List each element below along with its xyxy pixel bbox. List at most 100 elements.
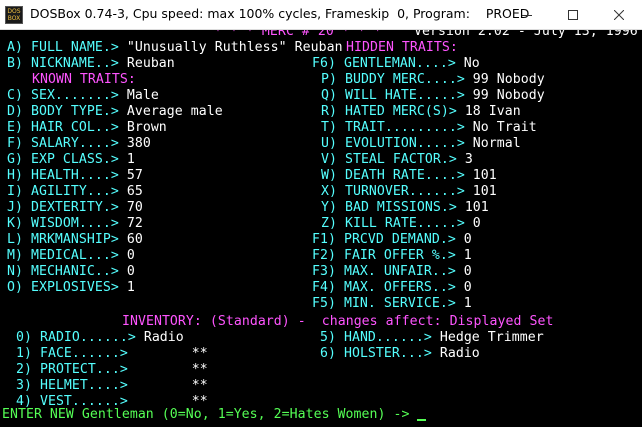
inventory-slot[interactable]: 1) FACE......> ** xyxy=(16,346,208,362)
known-trait-field[interactable]: H) HEALTH....> 57 xyxy=(7,168,143,184)
known-trait-field[interactable]: N) MECHANIC..> 0 xyxy=(7,264,135,280)
field-label: B) NICKNAME..> xyxy=(7,56,119,71)
field-value: 101 xyxy=(456,200,489,215)
hidden-trait-field[interactable]: P) BUDDY MERC....> 99 Nobody xyxy=(321,72,545,88)
hidden-trait-field[interactable]: W) DEATH RATE....> 101 xyxy=(321,168,497,184)
hidden-trait-field[interactable]: F1) PRCVD DEMAND.> 0 xyxy=(312,232,472,248)
command-prompt[interactable]: ENTER NEW Gentleman (0=No, 1=Yes, 2=Hate… xyxy=(2,407,427,423)
hidden-traits-heading: HIDDEN TRAITS: xyxy=(346,40,458,55)
field-label: E) HAIR COL..> xyxy=(7,120,119,135)
field-value: 72 xyxy=(118,216,143,231)
known-trait-field[interactable]: L) MRKMANSHIP> 60 xyxy=(7,232,143,248)
known-trait-field[interactable]: M) MEDICAL...> 0 xyxy=(7,248,135,264)
field-label: V) STEAL FACTOR.> xyxy=(321,152,457,167)
field-value: Reuban xyxy=(118,56,175,71)
known-trait-field[interactable]: G) EXP CLASS.> 1 xyxy=(7,152,135,168)
field-value: 70 xyxy=(118,200,143,215)
known-trait-field[interactable]: A) FULL NAME.> "Unusually Ruthless" Reub… xyxy=(7,40,343,56)
field-value: ** xyxy=(127,378,208,393)
field-value: Brown xyxy=(118,120,167,135)
inventory-heading: INVENTORY: (Standard) - changes affect: … xyxy=(122,314,554,329)
known-trait-field[interactable]: D) BODY TYPE.> Average male xyxy=(7,104,223,120)
field-label: N) MECHANIC..> xyxy=(7,264,119,279)
field-value: No Trait xyxy=(464,120,537,135)
field-label: H) HEALTH....> xyxy=(7,168,119,183)
field-value: 101 xyxy=(464,168,497,183)
hidden-trait-field[interactable]: V) STEAL FACTOR.> 3 xyxy=(321,152,473,168)
field-label: D) BODY TYPE.> xyxy=(7,104,119,119)
field-label: L) MRKMANSHIP> xyxy=(7,232,119,247)
field-label: F5) MIN. SERVICE.> xyxy=(312,296,456,311)
field-value: Average male xyxy=(118,104,223,119)
dos-screen[interactable]: * * * MERC # 20 * * * Version 2.02 - Jul… xyxy=(0,30,642,427)
field-label: X) TURNOVER......> xyxy=(321,184,465,199)
hidden-trait-field[interactable]: F4) MAX. OFFERS..> 0 xyxy=(312,280,472,296)
inventory-slot[interactable]: 0) RADIO......> Radio xyxy=(16,330,184,346)
field-label: 6) HOLSTER...> xyxy=(320,346,432,361)
field-label: A) FULL NAME.> xyxy=(7,40,119,55)
field-value: 57 xyxy=(118,168,143,183)
hidden-trait-field[interactable]: Z) KILL RATE.....> 0 xyxy=(321,216,481,232)
hidden-trait-field[interactable]: F5) MIN. SERVICE.> 1 xyxy=(312,296,472,312)
field-label: 1) FACE......> xyxy=(16,346,128,361)
hidden-trait-field[interactable]: Y) BAD MISSIONS.> 101 xyxy=(321,200,489,216)
known-trait-field[interactable]: C) SEX.......> Male xyxy=(7,88,159,104)
field-label: I) AGILITY...> xyxy=(7,184,119,199)
field-label: T) TRAIT.........> xyxy=(321,120,465,135)
maximize-icon xyxy=(568,10,578,20)
inventory-slot[interactable]: 3) HELMET....> ** xyxy=(16,378,208,394)
field-label: 0) RADIO......> xyxy=(16,330,136,345)
known-trait-field[interactable]: F) SALARY....> 380 xyxy=(7,136,151,152)
field-label: Z) KILL RATE.....> xyxy=(321,216,465,231)
inventory-slot[interactable]: 6) HOLSTER...> Radio xyxy=(320,346,480,362)
dosbox-app-icon[interactable]: DOS BOX xyxy=(5,6,23,24)
field-value: 0 xyxy=(464,216,481,231)
close-button[interactable] xyxy=(596,0,642,30)
known-trait-field[interactable]: E) HAIR COL..> Brown xyxy=(7,120,167,136)
maximize-button[interactable] xyxy=(550,0,596,30)
known-trait-field[interactable]: B) NICKNAME..> Reuban xyxy=(7,56,175,72)
known-traits-heading: KNOWN TRAITS: xyxy=(32,72,136,87)
field-value: ** xyxy=(127,362,208,377)
field-value: 65 xyxy=(118,184,143,199)
minimize-button[interactable] xyxy=(504,0,550,30)
field-label: R) HATED MERC(S)> xyxy=(321,104,457,119)
field-value: Radio xyxy=(135,330,184,345)
hidden-trait-field[interactable]: F2) FAIR OFFER %.> 1 xyxy=(312,248,472,264)
hidden-trait-field[interactable]: T) TRAIT.........> No Trait xyxy=(321,120,537,136)
inventory-slot[interactable]: 5) HAND......> Hedge Trimmer xyxy=(320,330,544,346)
field-label: P) BUDDY MERC....> xyxy=(321,72,465,87)
hidden-trait-field[interactable]: U) EVOLUTION.....> Normal xyxy=(321,136,521,152)
close-icon xyxy=(614,10,624,20)
hidden-trait-field[interactable]: F3) MAX. UNFAIR..> 0 xyxy=(312,264,472,280)
version-text: Version 2.02 - July 13, 1996 xyxy=(414,30,638,39)
inventory-slot[interactable]: 2) PROTECT...> ** xyxy=(16,362,208,378)
hidden-trait-field[interactable]: R) HATED MERC(S)> 18 Ivan xyxy=(321,104,521,120)
field-label: C) SEX.......> xyxy=(7,88,119,103)
field-value: Radio xyxy=(431,346,480,361)
field-label: W) DEATH RATE....> xyxy=(321,168,465,183)
minimize-icon xyxy=(522,15,532,16)
field-label: 5) HAND......> xyxy=(320,330,432,345)
field-value: 1 xyxy=(118,152,135,167)
hidden-trait-field[interactable]: X) TURNOVER......> 101 xyxy=(321,184,497,200)
field-value: 0 xyxy=(118,248,135,263)
field-value: 1 xyxy=(455,248,472,263)
known-trait-field[interactable]: O) EXPLOSIVES> 1 xyxy=(7,280,135,296)
field-label: M) MEDICAL...> xyxy=(7,248,119,263)
field-label: U) EVOLUTION.....> xyxy=(321,136,465,151)
known-trait-field[interactable]: K) WISDOM....> 72 xyxy=(7,216,143,232)
field-value: No xyxy=(455,56,480,71)
field-value: Hedge Trimmer xyxy=(431,330,544,345)
field-label: Q) WILL HATE.....> xyxy=(321,88,465,103)
field-value: Normal xyxy=(464,136,521,151)
window-titlebar: DOS BOX DOSBox 0.74-3, Cpu speed: max 10… xyxy=(0,0,642,30)
known-trait-field[interactable]: J) DEXTERITY.> 70 xyxy=(7,200,143,216)
known-trait-field[interactable]: I) AGILITY...> 65 xyxy=(7,184,143,200)
hidden-trait-field[interactable]: Q) WILL HATE.....> 99 Nobody xyxy=(321,88,545,104)
merc-number-header: * * * MERC # 20 * * * xyxy=(214,30,382,39)
hidden-trait-field[interactable]: F6) GENTLEMAN....> No xyxy=(312,56,480,72)
field-value: 101 xyxy=(464,184,497,199)
field-value: 1 xyxy=(455,296,472,311)
field-label: K) WISDOM....> xyxy=(7,216,119,231)
